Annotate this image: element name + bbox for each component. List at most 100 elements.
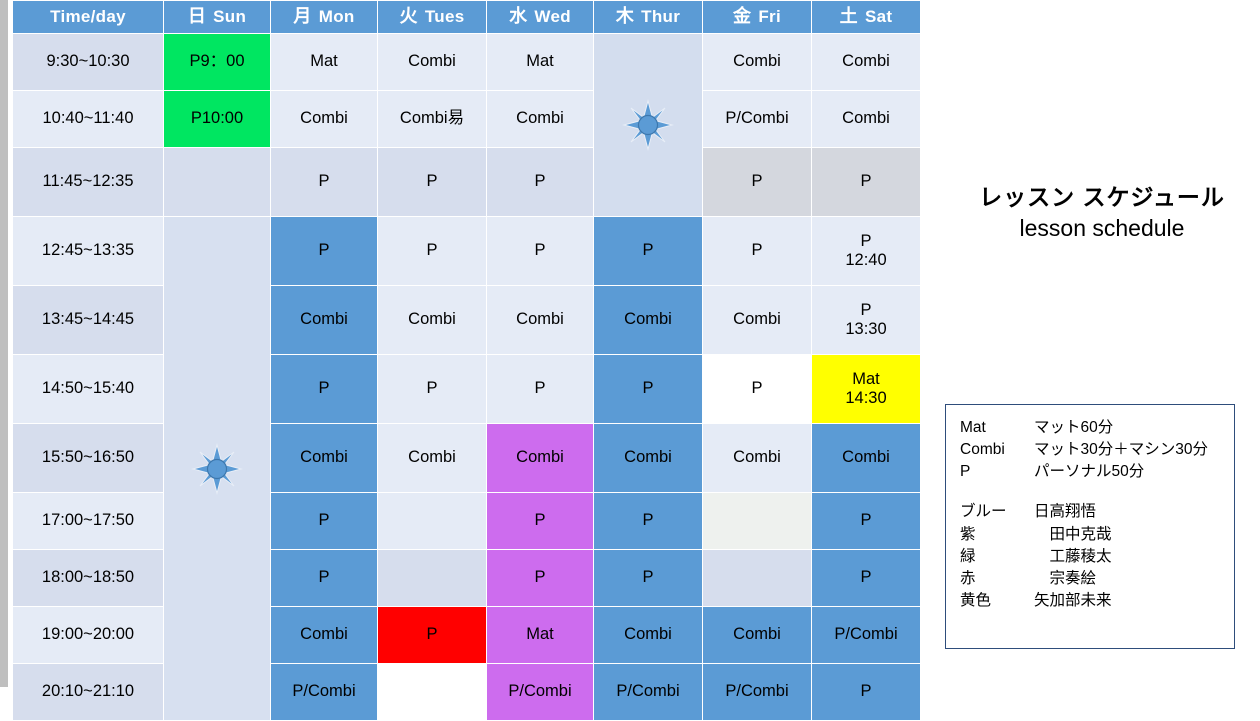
cell-sat[interactable]: P/Combi bbox=[812, 607, 920, 663]
legend-instructor-red: 赤 宗奏絵 bbox=[960, 568, 1234, 590]
left-gutter-strip bbox=[0, 0, 8, 687]
cell-thu[interactable]: Combi bbox=[594, 607, 702, 663]
sun-icon bbox=[164, 442, 270, 495]
schedule-page: Time/day 日 Sun 月 Mon 火 Tues 水 Wed 木 Thur bbox=[0, 0, 1260, 721]
legend-item-combi: Combi マット30分＋マシン30分 bbox=[960, 439, 1234, 461]
cell-tue[interactable]: P bbox=[378, 217, 486, 285]
cell-thu[interactable]: P bbox=[594, 217, 702, 285]
table-row: 10:40~11:40 P10:00 Combi Combi易 Combi P/… bbox=[13, 91, 920, 147]
cell-tue[interactable] bbox=[378, 493, 486, 549]
cell-sat[interactable]: P 12:40 bbox=[812, 217, 920, 285]
legend-instructor-name: 田中克哉 bbox=[1034, 525, 1112, 543]
header-mon: 月 Mon bbox=[271, 1, 377, 33]
cell-fri[interactable] bbox=[703, 550, 811, 606]
cell-sun[interactable]: P9：00 bbox=[164, 34, 270, 90]
cell-sat[interactable]: P bbox=[812, 664, 920, 720]
time-label: 15:50~16:50 bbox=[13, 424, 163, 492]
table-header-row: Time/day 日 Sun 月 Mon 火 Tues 水 Wed 木 Thur bbox=[13, 1, 920, 33]
cell-fri[interactable]: Combi bbox=[703, 607, 811, 663]
cell-wed[interactable]: P bbox=[487, 493, 593, 549]
cell-mon[interactable]: P bbox=[271, 550, 377, 606]
cell-fri[interactable]: P bbox=[703, 217, 811, 285]
cell-mon[interactable]: Combi bbox=[271, 91, 377, 147]
cell-fri[interactable] bbox=[703, 493, 811, 549]
cell-mon[interactable]: P bbox=[271, 148, 377, 216]
cell-thu[interactable]: Combi bbox=[594, 286, 702, 354]
cell-fri[interactable]: Combi bbox=[703, 286, 811, 354]
kanji-thur: 木 bbox=[615, 6, 635, 27]
cell-sat-primary: P bbox=[860, 300, 872, 319]
cell-tue[interactable] bbox=[378, 550, 486, 606]
cell-thu[interactable]: P/Combi bbox=[594, 664, 702, 720]
header-sun: 日 Sun bbox=[164, 1, 270, 33]
cell-thu[interactable]: Combi bbox=[594, 424, 702, 492]
time-label: 10:40~11:40 bbox=[13, 91, 163, 147]
table-row: 9:30~10:30 P9：00 Mat Combi Mat Combi Com… bbox=[13, 34, 920, 216]
cell-mon[interactable]: Combi bbox=[271, 286, 377, 354]
cell-tue[interactable]: Combi易 bbox=[378, 91, 486, 147]
cell-fri[interactable]: P/Combi bbox=[703, 664, 811, 720]
title-japanese: レッスン スケジュール bbox=[979, 184, 1225, 210]
cell-sat[interactable]: Combi bbox=[812, 424, 920, 492]
time-label: 17:00~17:50 bbox=[13, 493, 163, 549]
cell-tue[interactable]: Combi bbox=[378, 424, 486, 492]
cell-wed[interactable]: Mat bbox=[487, 607, 593, 663]
cell-sat[interactable]: P bbox=[812, 550, 920, 606]
header-wed: 水 Wed bbox=[487, 1, 593, 33]
cell-sat[interactable]: Combi bbox=[812, 34, 920, 90]
cell-wed[interactable]: P/Combi bbox=[487, 664, 593, 720]
cell-mon[interactable]: Mat bbox=[271, 34, 377, 90]
cell-sun[interactable]: P10:00 bbox=[164, 91, 270, 147]
cell-fri[interactable]: P/Combi bbox=[703, 91, 811, 147]
cell-mon[interactable]: Combi bbox=[271, 607, 377, 663]
cell-tue[interactable]: P bbox=[378, 148, 486, 216]
cell-mon[interactable]: P bbox=[271, 355, 377, 423]
cell-sat[interactable]: P bbox=[812, 148, 920, 216]
cell-sat-primary: Mat bbox=[852, 369, 880, 388]
cell-sat[interactable]: Mat 14:30 bbox=[812, 355, 920, 423]
cell-wed[interactable]: Mat bbox=[487, 34, 593, 90]
header-label: Time/day bbox=[50, 6, 126, 26]
cell-thu[interactable]: P bbox=[594, 355, 702, 423]
legend-key: Mat bbox=[960, 419, 986, 436]
cell-sat[interactable]: P 13:30 bbox=[812, 286, 920, 354]
table-row: 15:50~16:50 Combi Combi Combi Combi Comb… bbox=[13, 424, 920, 492]
cell-tue[interactable]: Combi bbox=[378, 286, 486, 354]
cell-tue[interactable]: Combi bbox=[378, 34, 486, 90]
cell-wed[interactable]: P bbox=[487, 550, 593, 606]
cell-sat[interactable]: Combi bbox=[812, 91, 920, 147]
cell-wed[interactable]: Combi bbox=[487, 91, 593, 147]
cell-sat-time: 14:30 bbox=[845, 389, 887, 407]
cell-sat[interactable]: P bbox=[812, 493, 920, 549]
cell-sun[interactable] bbox=[164, 148, 270, 216]
cell-wed[interactable]: P bbox=[487, 148, 593, 216]
cell-fri[interactable]: Combi bbox=[703, 424, 811, 492]
cell-mon[interactable]: P/Combi bbox=[271, 664, 377, 720]
cell-mon[interactable]: P bbox=[271, 217, 377, 285]
cell-wed[interactable]: Combi bbox=[487, 286, 593, 354]
cell-mon[interactable]: P bbox=[271, 493, 377, 549]
cell-thu[interactable]: P bbox=[594, 550, 702, 606]
cell-tue[interactable]: P bbox=[378, 607, 486, 663]
table-row: 12:45~13:35 P P P P P P 12:40 bbox=[13, 217, 920, 720]
cell-fri[interactable]: P bbox=[703, 355, 811, 423]
page-title: レッスン スケジュール lesson schedule bbox=[952, 178, 1252, 242]
cell-fri[interactable]: P bbox=[703, 148, 811, 216]
table-row: 13:45~14:45 Combi Combi Combi Combi Comb… bbox=[13, 286, 920, 354]
cell-mon[interactable]: Combi bbox=[271, 424, 377, 492]
cell-sat-primary: P bbox=[860, 231, 872, 250]
cell-thu[interactable]: P bbox=[594, 493, 702, 549]
cell-wed[interactable]: P bbox=[487, 217, 593, 285]
cell-wed[interactable]: Combi bbox=[487, 424, 593, 492]
cell-tue[interactable] bbox=[378, 664, 486, 720]
legend-color-name: 黄色 bbox=[960, 592, 992, 610]
header-label: Sun bbox=[213, 7, 247, 27]
cell-tue[interactable]: P bbox=[378, 355, 486, 423]
legend-instructor-purple: 紫 田中克哉 bbox=[960, 524, 1234, 546]
cell-sun-closed bbox=[164, 217, 270, 720]
time-label: 20:10~21:10 bbox=[13, 664, 163, 720]
legend-instructor-yellow: 黄色 矢加部未来 bbox=[960, 590, 1234, 612]
cell-wed[interactable]: P bbox=[487, 355, 593, 423]
kanji-mon: 月 bbox=[293, 6, 312, 27]
cell-fri[interactable]: Combi bbox=[703, 34, 811, 90]
